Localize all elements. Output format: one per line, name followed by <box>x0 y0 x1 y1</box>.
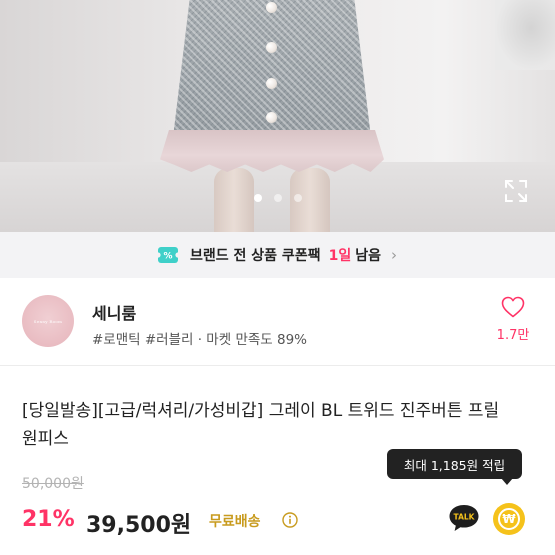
pearl-button <box>266 42 277 53</box>
gallery-dot[interactable] <box>273 194 282 202</box>
discount-rate: 21% <box>22 507 75 532</box>
coupon-remaining-label: 남음 <box>355 248 381 264</box>
seller-avatar[interactable]: Senny Room <box>22 295 74 347</box>
coupon-pack-banner[interactable]: % 브랜드 전 상품 쿠폰팩 1일 남음 › <box>0 232 555 278</box>
kakaotalk-icon[interactable]: TALK <box>448 503 480 533</box>
gallery-pagination <box>0 194 555 202</box>
pearl-button <box>266 78 277 89</box>
gallery-dot[interactable] <box>293 194 302 202</box>
sale-price: 39,500원 <box>86 513 192 538</box>
chevron-right-icon: › <box>390 246 397 264</box>
gallery-dot-active[interactable] <box>253 194 262 202</box>
seller-info[interactable]: Senny Room 세니룸 #로맨틱 #러블리 · 마켓 만족도 89% 1.… <box>0 278 555 365</box>
tooltip-tail <box>501 478 513 485</box>
tweed-skirt-image <box>172 0 372 146</box>
coupon-remaining-days: 1일 <box>328 248 352 264</box>
product-image-gallery[interactable] <box>0 0 555 232</box>
product-title: [당일발송][고급/럭셔리/가성비갑] 그레이 BL 트위드 진주버튼 프릴 원… <box>22 401 500 449</box>
pearl-button <box>266 112 277 123</box>
section-divider <box>0 365 555 366</box>
seller-tags: #로맨틱 #러블리 · 마켓 만족도 89% <box>92 332 307 348</box>
seller-logo-text: Senny Room <box>33 318 63 324</box>
talk-label: TALK <box>454 512 476 521</box>
points-tooltip: 최대 1,185원 적립 <box>387 449 522 479</box>
won-symbol: ₩ <box>498 508 520 530</box>
original-price: 50,000원 <box>22 476 84 492</box>
svg-text:%: % <box>164 252 173 262</box>
pearl-button <box>266 2 277 13</box>
won-coin-icon[interactable]: ₩ <box>493 503 525 535</box>
like-count: 1.7만 <box>496 328 530 343</box>
coupon-text: 브랜드 전 상품 쿠폰팩 <box>190 248 321 264</box>
coupon-icon: % <box>158 247 179 263</box>
image-background-decor <box>495 0 555 70</box>
free-shipping-label: 무료배송 <box>209 514 261 530</box>
heart-icon <box>501 296 525 318</box>
info-icon[interactable] <box>282 512 298 528</box>
seller-name[interactable]: 세니룸 <box>92 300 136 324</box>
expand-icon[interactable] <box>503 178 529 204</box>
like-button[interactable]: 1.7만 <box>496 296 530 343</box>
